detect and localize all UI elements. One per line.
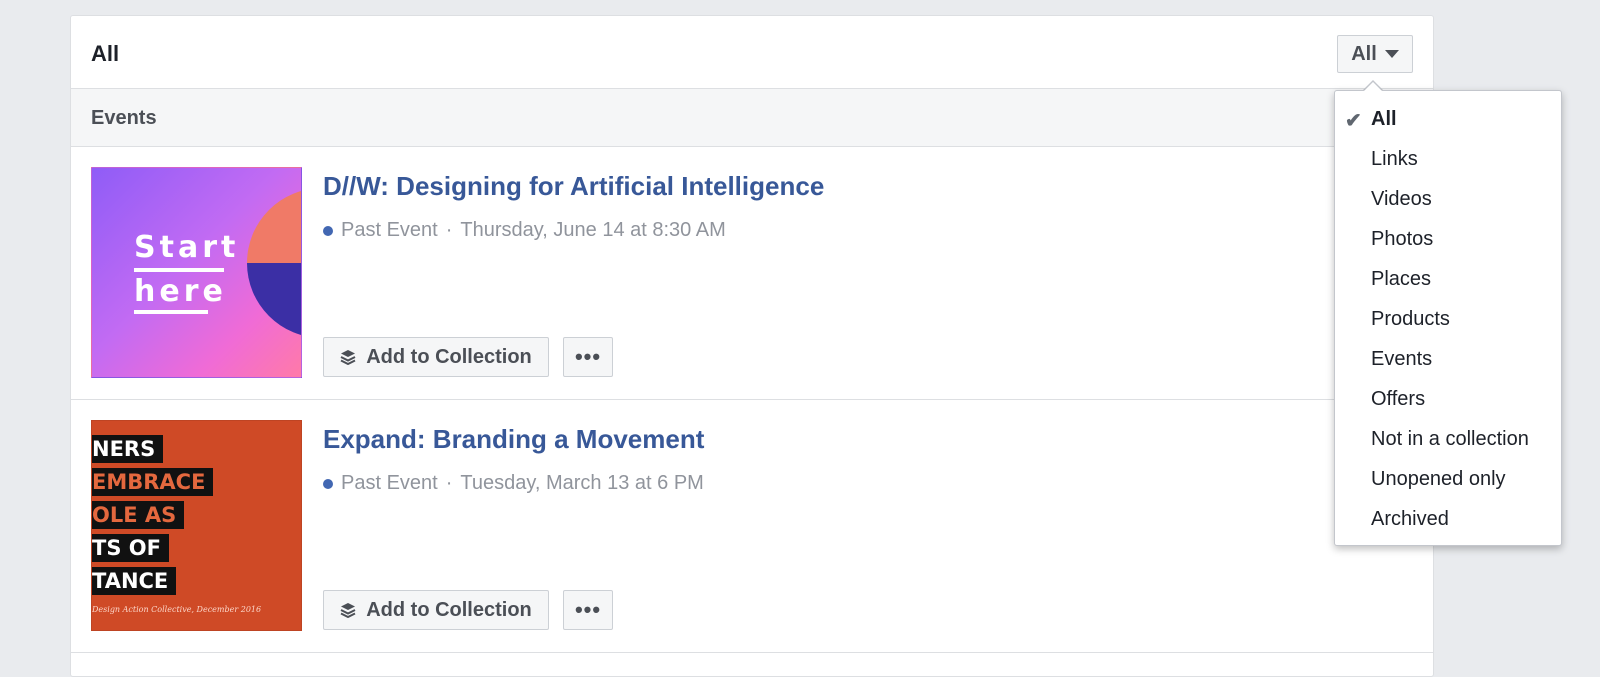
dropdown-item-label: Videos [1371,187,1432,210]
dropdown-item-label: Photos [1371,227,1434,250]
dropdown-item-label: Products [1371,307,1450,330]
add-to-collection-button[interactable]: Add to Collection [323,337,549,377]
section-header: Events [71,89,1433,147]
more-options-icon: ••• [574,597,602,622]
filter-label: All [1351,42,1377,65]
thumbnail-underline [134,310,208,314]
dropdown-item-unopened-only[interactable]: Unopened only [1335,459,1561,499]
event-row: Start here D//W: Designing for Artificia… [71,147,1433,400]
event-title-link[interactable]: D//W: Designing for Artificial Intellige… [323,171,824,202]
dropdown-item-label: Unopened only [1371,467,1506,490]
event-thumbnail[interactable]: Start here [91,167,302,378]
dropdown-item-events[interactable]: Events [1335,339,1561,379]
add-to-collection-label: Add to Collection [366,345,532,368]
dropdown-item-videos[interactable]: Videos [1335,179,1561,219]
panel-header: All All [71,16,1433,89]
event-date: Tuesday, March 13 at 6 PM [460,472,704,494]
dropdown-item-not-in-collection[interactable]: Not in a collection [1335,419,1561,459]
status-dot-icon [323,225,333,236]
dropdown-item-label: Not in a collection [1371,427,1529,450]
thumbnail-text: here [134,274,227,309]
dropdown-pointer-inner [1363,82,1383,92]
event-thumbnail[interactable]: NERS EMBRACE OLE AS TS OF TANCE Design A… [91,420,302,631]
thumbnail-text: TANCE [92,567,177,595]
meta-separator: · [445,219,453,241]
collection-stack-icon [340,350,356,365]
add-to-collection-button[interactable]: Add to Collection [323,590,549,630]
dropdown-item-archived[interactable]: Archived [1335,499,1561,539]
event-status: Past Event [341,472,438,494]
thumbnail-circle-graphic [247,188,301,338]
thumbnail-text: TS OF [92,534,169,562]
dropdown-item-label: Events [1371,347,1433,370]
dropdown-item-all[interactable]: ✔ All [1335,99,1561,139]
meta-separator: · [445,472,453,494]
caret-down-icon [1384,50,1399,58]
event-status: Past Event [341,219,438,241]
dropdown-item-label: Links [1371,147,1418,170]
check-icon: ✔ [1345,110,1362,132]
filter-dropdown-menu: ✔ All Links Videos Photos Places Product… [1334,90,1562,546]
thumbnail-footer: Design Action Collective, December 2016 [92,605,262,614]
thumbnail-text: Start [134,230,240,265]
add-to-collection-label: Add to Collection [366,598,532,621]
more-options-button[interactable]: ••• [563,337,613,377]
dropdown-item-label: Offers [1371,387,1426,410]
more-options-button[interactable]: ••• [563,590,613,630]
section-title: Events [91,107,157,129]
status-dot-icon [323,478,333,489]
collection-stack-icon [340,603,356,618]
dropdown-item-label: Archived [1371,507,1449,530]
thumbnail-underline [134,268,224,272]
event-meta: Past Event · Tuesday, March 13 at 6 PM [323,472,704,495]
dropdown-item-label: All [1371,107,1397,130]
dropdown-item-links[interactable]: Links [1335,139,1561,179]
filter-dropdown-button[interactable]: All [1337,35,1413,73]
dropdown-item-places[interactable]: Places [1335,259,1561,299]
thumbnail-text: OLE AS [92,501,185,529]
dropdown-item-products[interactable]: Products [1335,299,1561,339]
saved-items-panel: All All Events Start here D//W: Designin… [70,15,1434,677]
more-options-icon: ••• [574,344,602,369]
thumbnail-text: NERS [92,435,164,463]
page-title: All [91,41,120,66]
event-meta: Past Event · Thursday, June 14 at 8:30 A… [323,219,726,242]
event-row: NERS EMBRACE OLE AS TS OF TANCE Design A… [71,400,1433,653]
dropdown-item-label: Places [1371,267,1432,290]
event-title-link[interactable]: Expand: Branding a Movement [323,424,704,455]
event-date: Thursday, June 14 at 8:30 AM [460,219,726,241]
dropdown-item-offers[interactable]: Offers [1335,379,1561,419]
dropdown-item-photos[interactable]: Photos [1335,219,1561,259]
thumbnail-text: EMBRACE [92,468,214,496]
